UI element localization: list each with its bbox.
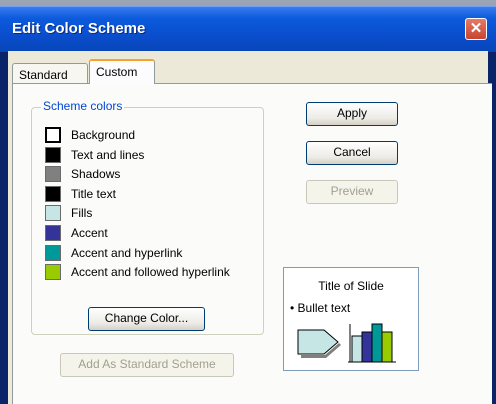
color-item-label: Title text: [71, 186, 116, 201]
color-item-label: Fills: [71, 206, 93, 221]
color-item-label: Text and lines: [71, 147, 145, 162]
preview-slide-title: Title of Slide: [318, 279, 384, 293]
color-swatch[interactable]: [45, 185, 61, 202]
title-bar[interactable]: Edit Color Scheme ✕: [0, 6, 496, 52]
color-swatch[interactable]: [44, 126, 62, 144]
close-icon: ✕: [469, 20, 483, 37]
color-swatch[interactable]: [45, 205, 61, 222]
preview-graphics: [297, 323, 396, 363]
tab-custom[interactable]: Custom: [89, 59, 155, 84]
dialog-client-area: Standard Custom Scheme colors Background…: [8, 51, 492, 404]
preview-bullet-text: • Bullet text: [290, 301, 351, 315]
apply-button[interactable]: Apply: [306, 102, 398, 126]
color-item-label: Accent: [71, 226, 108, 240]
color-swatch[interactable]: [45, 146, 61, 163]
dialog-window: Edit Color Scheme ✕ Standard Custom Sche…: [0, 6, 496, 404]
color-item-label: Accent and hyperlink: [71, 245, 183, 260]
scheme-colors-legend: Scheme colors: [41, 99, 125, 113]
add-as-standard-scheme-button: Add As Standard Scheme: [60, 353, 234, 377]
dialog-title: Edit Color Scheme: [12, 20, 146, 37]
scheme-colors-group: [31, 107, 264, 335]
color-swatch[interactable]: [45, 244, 61, 261]
preview-bar-fill: [351, 335, 363, 363]
close-button[interactable]: ✕: [465, 18, 487, 40]
color-item-label: Background: [71, 128, 136, 142]
preview-bar-accent: [361, 331, 373, 363]
scheme-preview: Title of Slide • Bullet text: [283, 267, 419, 371]
color-swatch[interactable]: [45, 225, 61, 241]
preview-button: Preview: [306, 180, 398, 204]
color-item-label: Accent and followed hyperlink: [71, 265, 230, 280]
color-swatch[interactable]: [45, 166, 61, 183]
cancel-button[interactable]: Cancel: [306, 141, 398, 165]
preview-bar-followed: [381, 331, 393, 363]
change-color-button[interactable]: Change Color...: [88, 307, 205, 331]
tab-standard[interactable]: Standard: [12, 63, 88, 83]
preview-bar-hyperlink: [371, 323, 383, 363]
color-swatch[interactable]: [45, 264, 61, 281]
color-item-label: Shadows: [71, 167, 121, 182]
